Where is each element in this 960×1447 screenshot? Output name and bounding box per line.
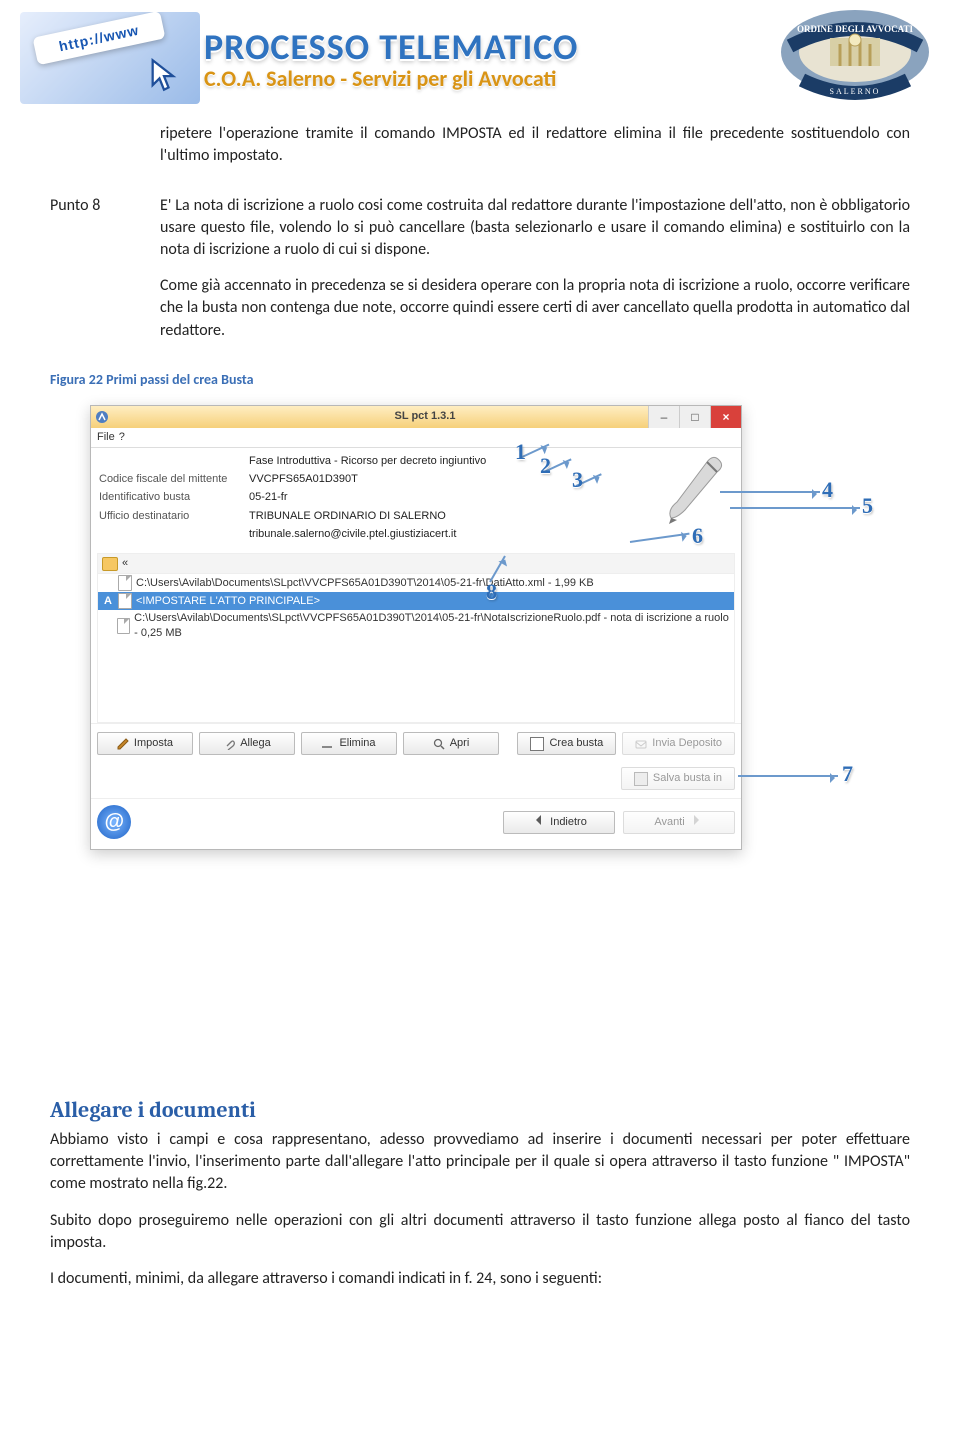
svg-text:SALERNO: SALERNO xyxy=(830,87,881,96)
figure-caption: Figura 22 Primi passi del crea Busta xyxy=(50,370,910,389)
avanti-button[interactable]: Avanti xyxy=(623,811,735,834)
cursor-icon xyxy=(150,58,178,92)
pen-icon xyxy=(663,452,725,531)
info-id-value: 05-21-fr xyxy=(249,490,288,505)
app-icon xyxy=(95,410,109,424)
annot-3: 3 xyxy=(572,465,583,495)
window-title: SL pct 1.3.1 xyxy=(113,409,737,424)
header-crest: ORDINE DEGLI AVVOCATI SALERNO xyxy=(740,8,940,108)
section-p2: Subito dopo proseguiremo nelle operazion… xyxy=(50,1210,910,1254)
close-button[interactable]: × xyxy=(710,406,741,428)
elimina-button[interactable]: Elimina xyxy=(301,732,397,755)
invia-deposito-button[interactable]: Invia Deposito xyxy=(622,732,735,755)
section-heading: Allegare i documenti xyxy=(50,1095,910,1125)
page-header: http://www PROCESSO TELEMATICO C.O.A. Sa… xyxy=(0,0,960,113)
list-item-text: C:\Users\Avilab\Documents\SLpct\VVCPFS65… xyxy=(136,576,594,591)
list-item-letter: A xyxy=(102,594,114,609)
info-id-label: Identificativo busta xyxy=(99,490,249,505)
header-subtitle: C.O.A. Salerno - Servizi per gli Avvocat… xyxy=(204,65,740,92)
annot-2: 2 xyxy=(540,451,551,481)
menu-help[interactable]: ? xyxy=(119,430,125,445)
info-panel: Fase Introduttiva - Ricorso per decreto … xyxy=(91,448,741,547)
apri-button[interactable]: Apri xyxy=(403,732,499,755)
intro-paragraph: ripetere l'operazione tramite il comando… xyxy=(160,123,910,167)
toolbar: Imposta Allega Elimina Apri Crea busta I… xyxy=(91,723,741,763)
list-item[interactable]: C:\Users\Avilab\Documents\SLpct\VVCPFS65… xyxy=(98,574,734,592)
info-cf-label: Codice fiscale del mittente xyxy=(99,472,249,487)
list-item-text: <IMPOSTARE L'ATTO PRINCIPALE> xyxy=(136,594,320,609)
info-ufficio-label: Ufficio destinatario xyxy=(99,509,249,524)
info-email: tribunale.salerno@civile.ptel.giustiziac… xyxy=(249,527,456,542)
pdf-file-icon xyxy=(117,618,130,634)
imposta-button[interactable]: Imposta xyxy=(97,732,193,755)
app-window: SL pct 1.3.1 – □ × File ? Fase Introdutt… xyxy=(90,405,742,850)
list-item[interactable]: C:\Users\Avilab\Documents\SLpct\VVCPFS65… xyxy=(98,610,734,642)
header-title: PROCESSO TELEMATICO xyxy=(204,25,740,69)
screenshot-figure: SL pct 1.3.1 – □ × File ? Fase Introdutt… xyxy=(90,405,890,875)
minimize-button[interactable]: – xyxy=(648,406,679,428)
salva-busta-button[interactable]: Salva busta in xyxy=(621,767,735,790)
header-logo: http://www xyxy=(20,12,200,104)
section-p3: I documenti, minimi, da allegare attrave… xyxy=(50,1268,910,1290)
breadcrumb-back[interactable]: « xyxy=(122,556,128,571)
annot-5: 5 xyxy=(862,491,873,521)
punto-label: Punto 8 xyxy=(50,195,160,355)
info-ufficio-value: TRIBUNALE ORDINARIO DI SALERNO xyxy=(249,509,446,524)
crea-busta-button[interactable]: Crea busta xyxy=(517,732,616,755)
file-list: « C:\Users\Avilab\Documents\SLpct\VVCPFS… xyxy=(97,553,735,723)
menu-bar: File ? xyxy=(91,428,741,448)
annot-6: 6 xyxy=(692,521,703,551)
indietro-button[interactable]: Indietro xyxy=(503,811,615,834)
section-p1: Abbiamo visto i campi e cosa rappresenta… xyxy=(50,1129,910,1195)
xml-file-icon xyxy=(118,575,132,591)
allega-button[interactable]: Allega xyxy=(199,732,295,755)
logo-url-text: http://www xyxy=(33,12,166,65)
svg-text:ORDINE DEGLI AVVOCATI: ORDINE DEGLI AVVOCATI xyxy=(797,24,914,34)
punto-paragraph-2: Come già accennato in precedenza se si d… xyxy=(160,275,910,341)
title-bar[interactable]: SL pct 1.3.1 – □ × xyxy=(91,406,741,428)
info-fase: Fase Introduttiva - Ricorso per decreto … xyxy=(249,454,486,469)
annot-1: 1 xyxy=(515,437,526,467)
list-item-selected[interactable]: A <IMPOSTARE L'ATTO PRINCIPALE> xyxy=(98,592,734,610)
header-titles: PROCESSO TELEMATICO C.O.A. Salerno - Ser… xyxy=(204,25,740,92)
folder-icon xyxy=(102,557,118,571)
annot-7: 7 xyxy=(842,759,853,789)
list-item-text: C:\Users\Avilab\Documents\SLpct\VVCPFS65… xyxy=(134,611,730,641)
info-cf-value: VVCPFS65A01D390T xyxy=(249,472,358,487)
annot-4: 4 xyxy=(822,475,833,505)
at-icon: @ xyxy=(97,805,131,839)
annot-8: 8 xyxy=(486,577,497,607)
punto-paragraph-1: E' La nota di iscrizione a ruolo cosi co… xyxy=(160,195,910,261)
maximize-button[interactable]: □ xyxy=(679,406,710,428)
placeholder-file-icon xyxy=(118,593,132,609)
menu-file[interactable]: File xyxy=(97,430,115,445)
